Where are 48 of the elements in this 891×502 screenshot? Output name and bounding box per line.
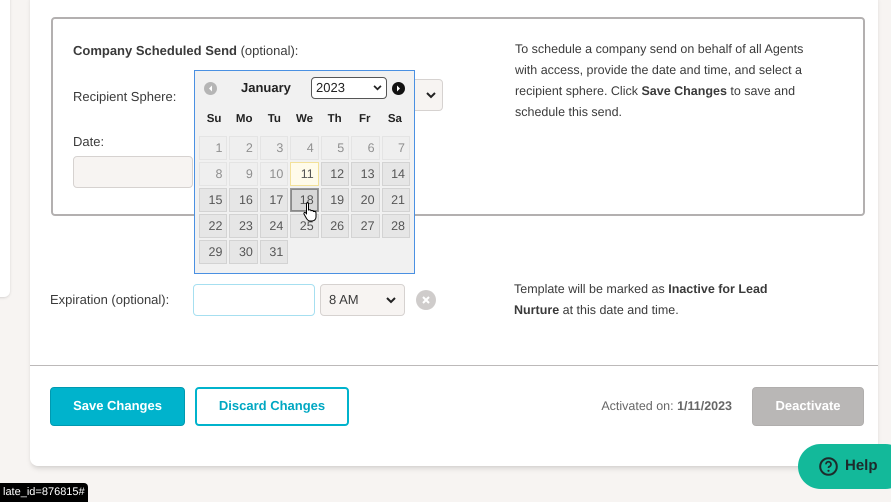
- day-cell[interactable]: 19: [320, 188, 350, 212]
- day-cell[interactable]: 17: [260, 188, 288, 212]
- expiration-field[interactable]: [193, 284, 315, 316]
- day-cell[interactable]: 29: [199, 240, 228, 264]
- day-cell[interactable]: 30: [229, 240, 258, 264]
- day-cell[interactable]: 26: [320, 214, 350, 238]
- day-cell[interactable]: 20: [351, 188, 380, 212]
- month-label: January: [241, 79, 292, 98]
- field-label: Expiration (optional):: [50, 291, 170, 310]
- help-text: Template will be marked as Inactive for Lead Nurture at this date and time.: [514, 281, 769, 319]
- day-cell[interactable]: 28: [382, 214, 410, 238]
- year-select[interactable]: 2023: [311, 77, 387, 99]
- weekday-label: Tu: [266, 112, 282, 128]
- day-cell[interactable]: 12: [320, 162, 350, 186]
- help-text: To schedule a company send on behalf of all Agents with access, provide the date and time, and select a recipient sphere. Click Save Changes to save and schedule this send.: [515, 41, 804, 121]
- chevron-icon: [373, 85, 382, 91]
- previous-icon[interactable]: [204, 82, 217, 94]
- day-cell[interactable]: 27: [351, 214, 380, 238]
- weekday-label: We: [294, 112, 314, 128]
- question-icon: [819, 457, 838, 476]
- day-cell[interactable]: 31: [260, 240, 288, 264]
- weekday-label: Mo: [234, 112, 254, 128]
- day-cell[interactable]: 16: [229, 188, 258, 212]
- date-field[interactable]: [73, 156, 193, 188]
- day-cell[interactable]: 24: [260, 214, 288, 238]
- day-cell[interactable]: 18: [290, 188, 319, 212]
- weekday-label: Fr: [358, 112, 372, 128]
- weekday-label: Su: [206, 112, 222, 128]
- weekday-label: Th: [326, 112, 343, 128]
- day-cell[interactable]: 23: [229, 214, 258, 238]
- day-cell[interactable]: 21: [382, 188, 410, 212]
- activation-date: Activated on: 1/11/2023: [601, 398, 732, 415]
- chevron-icon: [386, 296, 396, 304]
- status-url: late_id=876815#: [0, 483, 88, 502]
- field-label: Date:: [73, 133, 104, 151]
- day-cell[interactable]: 15: [199, 188, 228, 212]
- help-button[interactable]: Help: [798, 444, 891, 489]
- weekday-label: Sa: [386, 112, 403, 128]
- chevron-icon: [426, 92, 436, 98]
- section-title: Company Scheduled Send (optional):: [73, 42, 300, 60]
- field-label: Recipient Sphere:: [73, 88, 176, 106]
- day-cell[interactable]: 11: [290, 162, 319, 186]
- clear-icon[interactable]: [416, 290, 436, 310]
- day-cell[interactable]: 14: [382, 162, 410, 186]
- day-cell[interactable]: 22: [199, 214, 228, 238]
- time-select[interactable]: 8 AM: [320, 284, 405, 316]
- day-cell[interactable]: 13: [351, 162, 380, 186]
- next-icon[interactable]: [392, 82, 405, 94]
